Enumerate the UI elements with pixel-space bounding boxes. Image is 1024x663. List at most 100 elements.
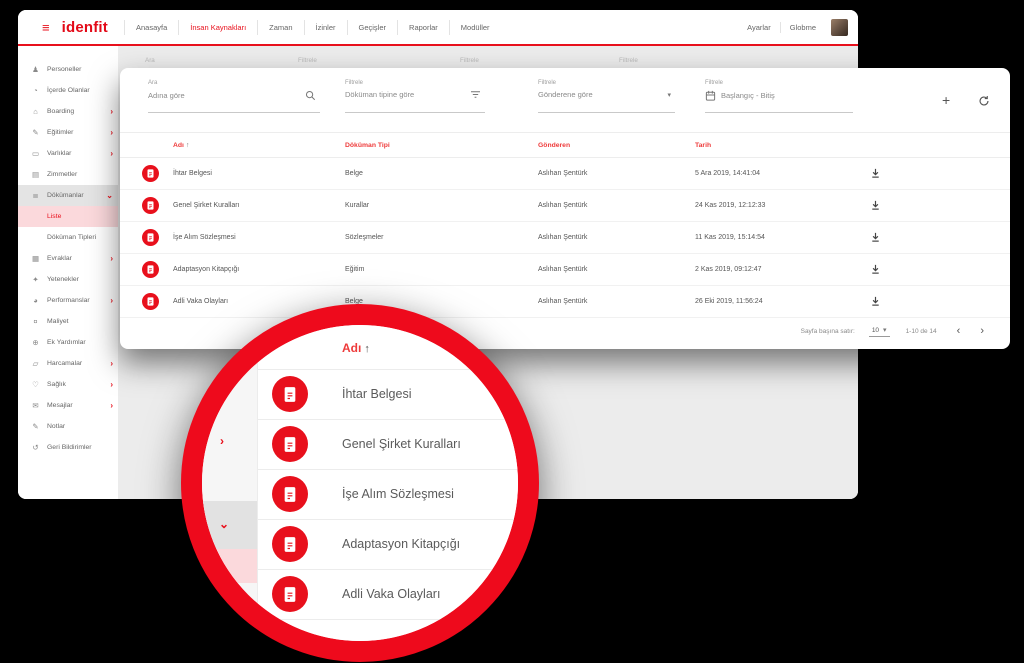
sidebar-item-label: Dökümanlar	[47, 192, 84, 199]
magnified-document-name: Adli Vaka Olayları	[342, 587, 440, 601]
rows-per-page-select[interactable]: 10 ▾	[869, 325, 890, 337]
document-icon	[142, 293, 159, 310]
date-range-filter[interactable]: Filtrele Başlangıç - Bitiş	[705, 80, 853, 113]
settings-link[interactable]: Ayarlar	[738, 23, 780, 32]
sender-filter[interactable]: Filtrele Gönderene göre ▾	[538, 80, 675, 113]
sidebar-item-icon: ▭	[31, 150, 40, 158]
download-button[interactable]	[870, 199, 881, 211]
table-row[interactable]: Genel Şirket Kuralları Kurallar Aslıhan …	[120, 190, 1010, 222]
magnified-sidebar-sliver: › ⌄	[202, 325, 258, 641]
sidebar-item[interactable]: ▱ Harcamalar ›	[18, 353, 118, 374]
search-placeholder: Adına göre	[148, 91, 305, 100]
magnified-table-row: Adli Vaka Olayları	[258, 569, 518, 619]
cell-document-type: Eğitim	[345, 266, 364, 273]
sidebar-item-icon: ♡	[31, 381, 40, 389]
cell-document-type: Belge	[345, 170, 363, 177]
sidebar-item-label: Boarding	[47, 108, 74, 115]
sidebar-item-label: Zimmetler	[47, 171, 77, 178]
sidebar-item[interactable]: ✦ Yetenekler	[18, 269, 118, 290]
sidebar-item[interactable]: ¤ Maliyet	[18, 311, 118, 332]
sidebar-item-label: Geri Bildirimler	[47, 444, 92, 451]
nav-menu-item[interactable]: Raporlar	[397, 20, 449, 35]
cell-document-name: İşe Alım Sözleşmesi	[173, 234, 236, 241]
sidebar-item-icon: ▤	[31, 171, 40, 179]
sidebar-item[interactable]: ♟ Personeller	[18, 59, 118, 80]
sidebar-item[interactable]: ≣ Dökümanlar ⌄	[18, 185, 118, 206]
download-button[interactable]	[870, 263, 881, 275]
column-header-sender[interactable]: Gönderen	[538, 142, 570, 149]
sidebar-item-icon: ¤	[31, 318, 40, 326]
nav-menu-item[interactable]: İzinler	[304, 20, 347, 35]
sort-asc-icon: ↑	[364, 343, 370, 355]
sidebar-item[interactable]: ⊕ Ek Yardımlar	[18, 332, 118, 353]
nav-menu-item[interactable]: Modüller	[449, 20, 501, 35]
add-document-button[interactable]: +	[942, 92, 950, 108]
table-row[interactable]: İşe Alım Sözleşmesi Sözleşmeler Aslıhan …	[120, 222, 1010, 254]
sidebar-item[interactable]: ♡ Sağlık ›	[18, 374, 118, 395]
sidebar-item[interactable]: ✉ Mesajlar ›	[18, 395, 118, 416]
table-row[interactable]: Adaptasyon Kitapçığı Eğitim Aslıhan Şent…	[120, 254, 1010, 286]
sidebar-item[interactable]: ◔ İçerde Olanlar	[18, 80, 118, 101]
sidebar-item[interactable]: Liste	[18, 206, 118, 227]
dropdown-caret-icon: ▾	[883, 326, 887, 334]
zoom-magnifier-overlay: › ⌄ Adı↑ İhtar Belgesi	[181, 304, 539, 662]
sidebar-item-label: Harcamalar	[47, 360, 82, 367]
table-header: Adı↑ Döküman Tipi Gönderen Tarih	[120, 132, 1010, 158]
nav-menu-item[interactable]: İnsan Kaynakları	[178, 20, 257, 35]
nav-menu-item[interactable]: Zaman	[257, 20, 303, 35]
sidebar-item-icon: ✦	[31, 276, 40, 284]
download-button[interactable]	[870, 167, 881, 179]
search-input[interactable]: Ara Adına göre	[148, 80, 320, 113]
doc-type-placeholder: Döküman tipine göre	[345, 90, 470, 99]
user-name[interactable]: Globme	[781, 23, 825, 32]
prev-page-button[interactable]: ‹	[957, 326, 961, 337]
sidebar-item[interactable]: ✎ Eğitimler ›	[18, 122, 118, 143]
column-header-type[interactable]: Döküman Tipi	[345, 142, 390, 149]
magnified-column-header-name: Adı↑	[342, 341, 370, 355]
cell-date: 2 Kas 2019, 09:12:47	[695, 266, 762, 273]
column-header-date[interactable]: Tarih	[695, 142, 711, 149]
sidebar-item-label: Döküman Tipleri	[47, 234, 96, 241]
sidebar-item[interactable]: ▤ Zimmetler	[18, 164, 118, 185]
doc-type-filter[interactable]: Filtrele Döküman tipine göre	[345, 80, 485, 113]
sidebar-item[interactable]: ◕ Performanslar ›	[18, 290, 118, 311]
marketing-composite: ≡ idenfit Anasayfa İnsan Kaynakları Zama…	[0, 0, 1024, 663]
documents-card: Ara Adına göre Filtrele Döküman tipine g…	[120, 68, 1010, 349]
filter-label: Filtrele	[345, 80, 485, 86]
document-icon	[272, 376, 308, 412]
sidebar-item-icon: ⊕	[31, 339, 40, 347]
sidebar-item-label: Mesajlar	[47, 402, 73, 409]
column-header-name[interactable]: Adı↑	[173, 142, 189, 149]
table-row[interactable]: İhtar Belgesi Belge Aslıhan Şentürk 5 Ar…	[120, 158, 1010, 190]
hamburger-menu-icon[interactable]: ≡	[42, 21, 50, 34]
sidebar-item[interactable]: ↺ Geri Bildirimler	[18, 437, 118, 458]
avatar[interactable]	[831, 19, 848, 36]
nav-menu-item[interactable]: Geçişler	[347, 20, 398, 35]
sidebar-item-icon: ♟	[31, 66, 40, 74]
download-button[interactable]	[870, 231, 881, 243]
sidebar-item[interactable]: ⌂ Boarding ›	[18, 101, 118, 122]
document-icon	[142, 261, 159, 278]
document-icon	[272, 426, 308, 462]
chevron-icon: ›	[110, 129, 113, 137]
chevron-icon: ›	[110, 255, 113, 263]
magnified-active-row-highlight	[202, 501, 257, 549]
chevron-down-icon: ⌄	[219, 518, 229, 530]
sidebar-item[interactable]: ✎ Notlar	[18, 416, 118, 437]
refresh-button[interactable]	[978, 95, 990, 107]
sidebar-item-label: Liste	[47, 213, 61, 220]
document-icon	[142, 229, 159, 246]
document-icon	[142, 165, 159, 182]
download-button[interactable]	[870, 295, 881, 307]
filter-label: Filtrele	[538, 80, 675, 86]
sidebar-item[interactable]: Döküman Tipleri	[18, 227, 118, 248]
navbar-right: Ayarlar Globme	[738, 19, 848, 36]
sidebar-item-label: Performanslar	[47, 297, 90, 304]
sidebar-item-icon: ✉	[31, 402, 40, 410]
background-filter-label: Ara	[145, 57, 155, 64]
sidebar-item[interactable]: ▭ Varlıklar ›	[18, 143, 118, 164]
nav-menu-item[interactable]: Anasayfa	[124, 20, 178, 35]
sidebar-item[interactable]: ▦ Evraklar ›	[18, 248, 118, 269]
next-page-button[interactable]: ›	[980, 326, 984, 337]
cell-sender: Aslıhan Şentürk	[538, 202, 587, 209]
